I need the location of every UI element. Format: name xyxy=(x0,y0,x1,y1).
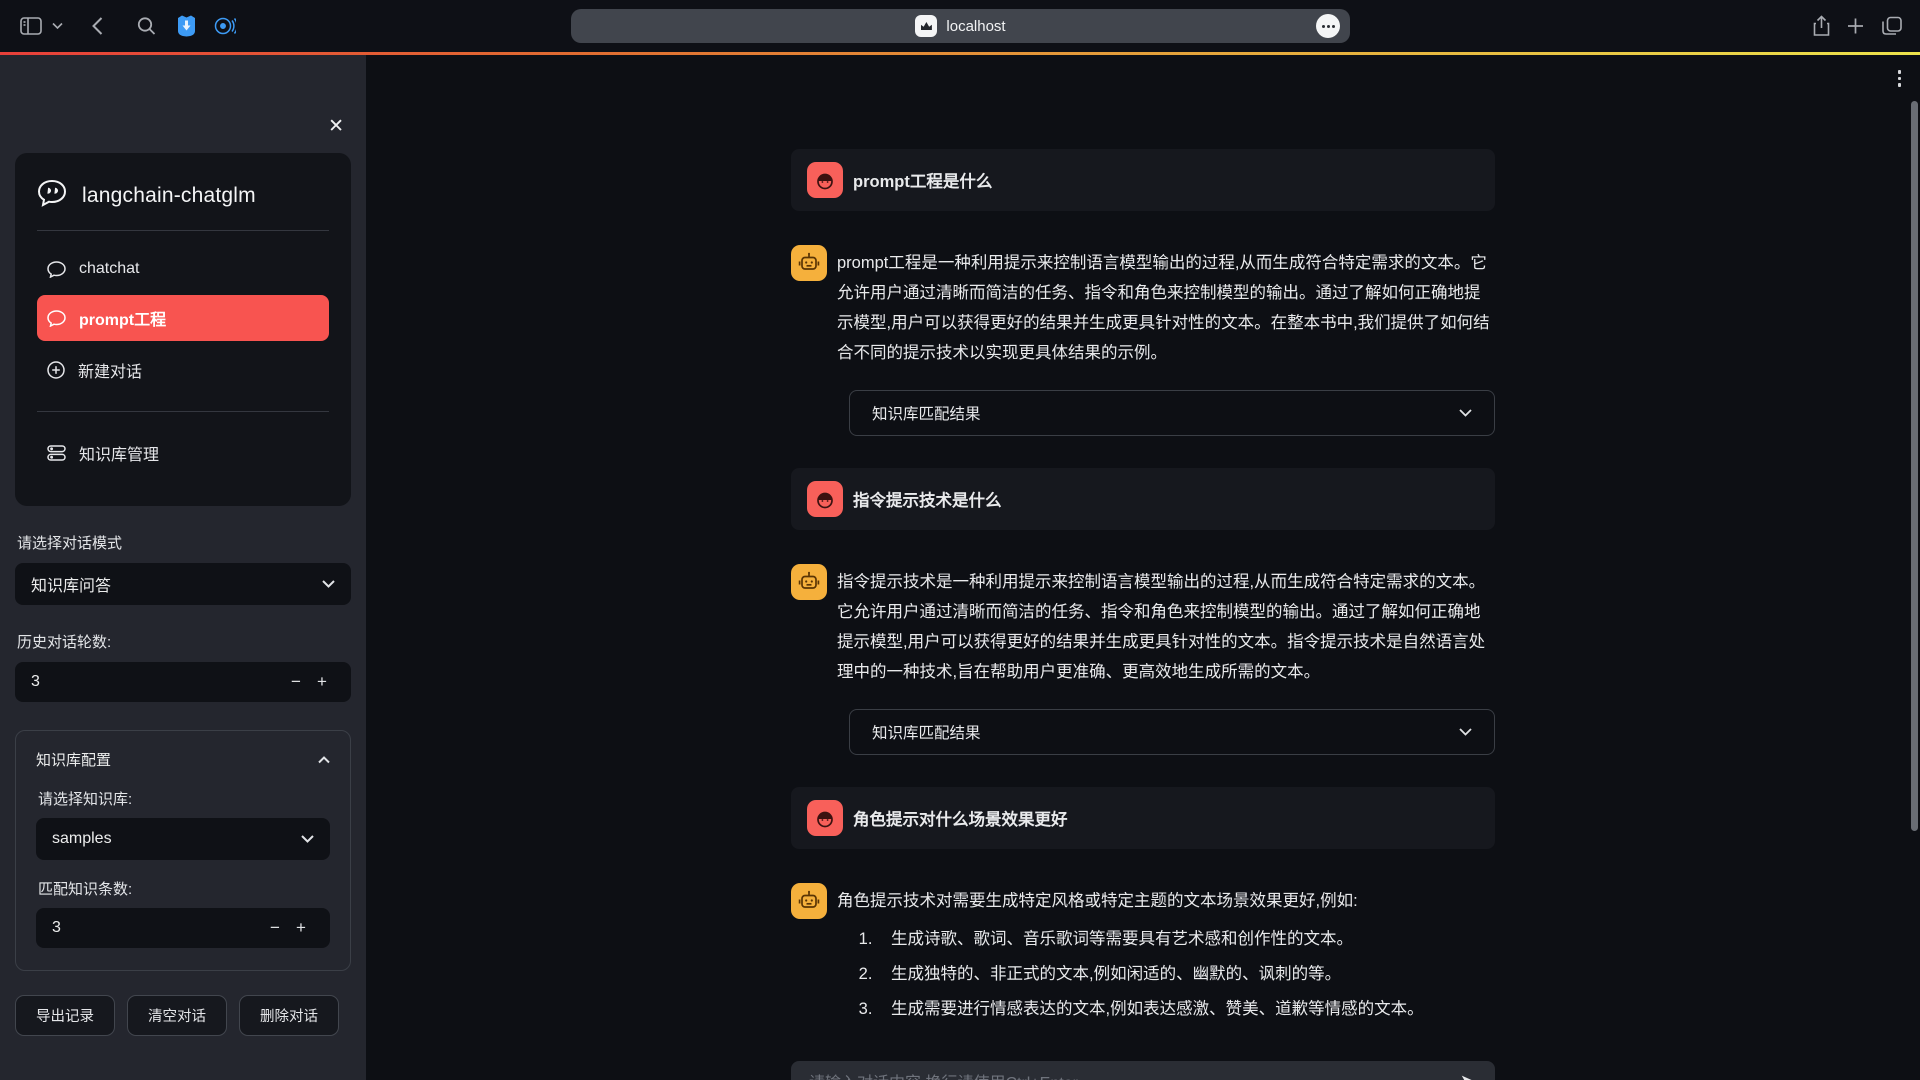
message-text: 角色提示技术对需要生成特定风格或特定主题的文本场景效果更好,例如: xyxy=(837,883,1424,916)
back-button-icon[interactable] xyxy=(92,17,103,35)
user-avatar-icon xyxy=(807,800,843,836)
export-history-button[interactable]: 导出记录 xyxy=(15,995,115,1036)
scrollbar-thumb[interactable] xyxy=(1911,101,1918,831)
chat-main: prompt工程是什么 prompt工程是一种利用提示来控制语言模型输出的过程,… xyxy=(366,55,1920,1080)
assistant-message: 指令提示技术是一种利用提示来控制语言模型输出的过程,从而生成符合特定需求的文本。… xyxy=(791,564,1495,687)
extension-circles-icon[interactable] xyxy=(214,15,236,37)
chat-thread: prompt工程是什么 prompt工程是一种利用提示来控制语言模型输出的过程,… xyxy=(791,149,1495,1080)
sidebar-item-kb-management[interactable]: 知识库管理 xyxy=(37,430,329,476)
address-bar[interactable]: localhost xyxy=(571,9,1350,43)
message-text: 指令提示技术是什么 xyxy=(853,487,1002,511)
mode-select[interactable]: 知识库问答 xyxy=(15,563,351,605)
sidebar-toggle-icon[interactable] xyxy=(20,17,42,35)
increment-button[interactable]: + xyxy=(288,918,314,938)
accordion-title: 知识库匹配结果 xyxy=(872,721,1459,743)
kb-config-header[interactable]: 知识库配置 xyxy=(36,749,330,770)
decrement-button[interactable]: − xyxy=(262,918,288,938)
user-message: 指令提示技术是什么 xyxy=(791,468,1495,530)
sidebar-item-label: 知识库管理 xyxy=(79,441,159,465)
user-message: 角色提示对什么场景效果更好 xyxy=(791,787,1495,849)
app-title: langchain-chatglm xyxy=(82,184,256,208)
sidebar-item-label: 新建对话 xyxy=(78,358,142,382)
topk-value[interactable]: 3 xyxy=(52,919,262,937)
chat-input[interactable] xyxy=(791,1061,1495,1080)
history-turns-value[interactable]: 3 xyxy=(31,673,283,691)
delete-dialog-button[interactable]: 删除对话 xyxy=(239,995,339,1036)
search-icon[interactable] xyxy=(137,17,156,36)
kb-config-title: 知识库配置 xyxy=(36,749,318,770)
message-list: 生成诗歌、歌词、音乐歌词等需要具有艺术感和创作性的文本。 生成独特的、非正式的文… xyxy=(877,926,1424,1023)
sidebar-dropdown-chevron-icon[interactable] xyxy=(52,23,63,30)
chat-input-row xyxy=(791,1061,1495,1080)
url-text: localhost xyxy=(946,18,1005,35)
assistant-message: 角色提示技术对需要生成特定风格或特定主题的文本场景效果更好,例如: 生成诗歌、歌… xyxy=(791,883,1495,1031)
history-turns-label: 历史对话轮数: xyxy=(17,631,349,652)
chevron-up-icon xyxy=(318,756,330,764)
extension-shield-icon[interactable] xyxy=(176,15,197,37)
history-turns-stepper: 3 − + xyxy=(15,662,351,702)
chevron-down-icon xyxy=(301,835,314,843)
kebab-menu-icon[interactable] xyxy=(1898,70,1902,87)
kb-match-accordion[interactable]: 知识库匹配结果 xyxy=(849,709,1495,755)
user-message: prompt工程是什么 xyxy=(791,149,1495,211)
topk-label: 匹配知识条数: xyxy=(38,878,328,899)
user-avatar-icon xyxy=(807,162,843,198)
list-item: 生成独特的、非正式的文本,例如闲适的、幽默的、讽刺的等。 xyxy=(877,961,1424,988)
nav-card: langchain-chatglm chatchat prompt工程 新建对话… xyxy=(15,153,351,506)
kb-config-panel: 知识库配置 请选择知识库: samples 匹配知识条数: 3 − + xyxy=(15,730,351,971)
sidebar-item-new-dialog[interactable]: 新建对话 xyxy=(37,347,329,393)
bot-avatar-icon xyxy=(791,564,827,600)
config-sidebar: ✕ langchain-chatglm chatchat prompt工程 新建… xyxy=(0,55,366,1080)
chevron-down-icon xyxy=(322,580,335,588)
divider xyxy=(37,230,329,231)
user-avatar-icon xyxy=(807,481,843,517)
divider xyxy=(37,411,329,412)
message-text: prompt工程是什么 xyxy=(853,168,992,192)
accordion-title: 知识库匹配结果 xyxy=(872,402,1459,424)
sidebar-item-prompt-engineering[interactable]: prompt工程 xyxy=(37,295,329,341)
clear-dialog-button[interactable]: 清空对话 xyxy=(127,995,227,1036)
app-logo-icon xyxy=(37,179,67,212)
sidebar-item-label: prompt工程 xyxy=(79,306,166,330)
share-icon[interactable] xyxy=(1813,16,1830,37)
browser-toolbar: localhost xyxy=(0,0,1920,52)
plus-circle-icon xyxy=(47,361,65,379)
close-sidebar-icon[interactable]: ✕ xyxy=(328,117,344,136)
message-text: prompt工程是一种利用提示来控制语言模型输出的过程,从而生成符合特定需求的文… xyxy=(837,245,1495,368)
site-favicon xyxy=(915,15,937,37)
chat-bubble-icon xyxy=(47,310,66,327)
kb-select-value: samples xyxy=(52,830,301,848)
chevron-down-icon xyxy=(1459,728,1472,736)
chevron-down-icon xyxy=(1459,409,1472,417)
app-header: langchain-chatglm xyxy=(37,179,329,212)
mode-select-label: 请选择对话模式 xyxy=(17,532,349,553)
chat-bubble-icon xyxy=(47,261,66,278)
database-icon xyxy=(47,445,66,461)
sidebar-item-label: chatchat xyxy=(79,260,139,278)
kb-select[interactable]: samples xyxy=(36,818,330,860)
send-icon[interactable] xyxy=(1459,1072,1481,1080)
new-tab-plus-icon[interactable] xyxy=(1847,18,1864,35)
kb-select-label: 请选择知识库: xyxy=(38,788,328,809)
message-text: 指令提示技术是一种利用提示来控制语言模型输出的过程,从而生成符合特定需求的文本。… xyxy=(837,564,1495,687)
topk-stepper: 3 − + xyxy=(36,908,330,948)
increment-button[interactable]: + xyxy=(309,672,335,692)
list-item: 生成诗歌、歌词、音乐歌词等需要具有艺术感和创作性的文本。 xyxy=(877,926,1424,953)
address-more-icon[interactable] xyxy=(1316,14,1340,38)
assistant-message: prompt工程是一种利用提示来控制语言模型输出的过程,从而生成符合特定需求的文… xyxy=(791,245,1495,368)
kb-match-accordion[interactable]: 知识库匹配结果 xyxy=(849,390,1495,436)
decrement-button[interactable]: − xyxy=(283,672,309,692)
list-item: 生成需要进行情感表达的文本,例如表达感激、赞美、道歉等情感的文本。 xyxy=(877,996,1424,1023)
tabs-overview-icon[interactable] xyxy=(1882,17,1902,36)
bot-avatar-icon xyxy=(791,245,827,281)
mode-select-value: 知识库问答 xyxy=(31,572,322,596)
sidebar-actions: 导出记录 清空对话 删除对话 xyxy=(15,995,351,1036)
message-text: 角色提示对什么场景效果更好 xyxy=(853,806,1068,830)
sidebar-item-chatchat[interactable]: chatchat xyxy=(37,249,329,289)
bot-avatar-icon xyxy=(791,883,827,919)
